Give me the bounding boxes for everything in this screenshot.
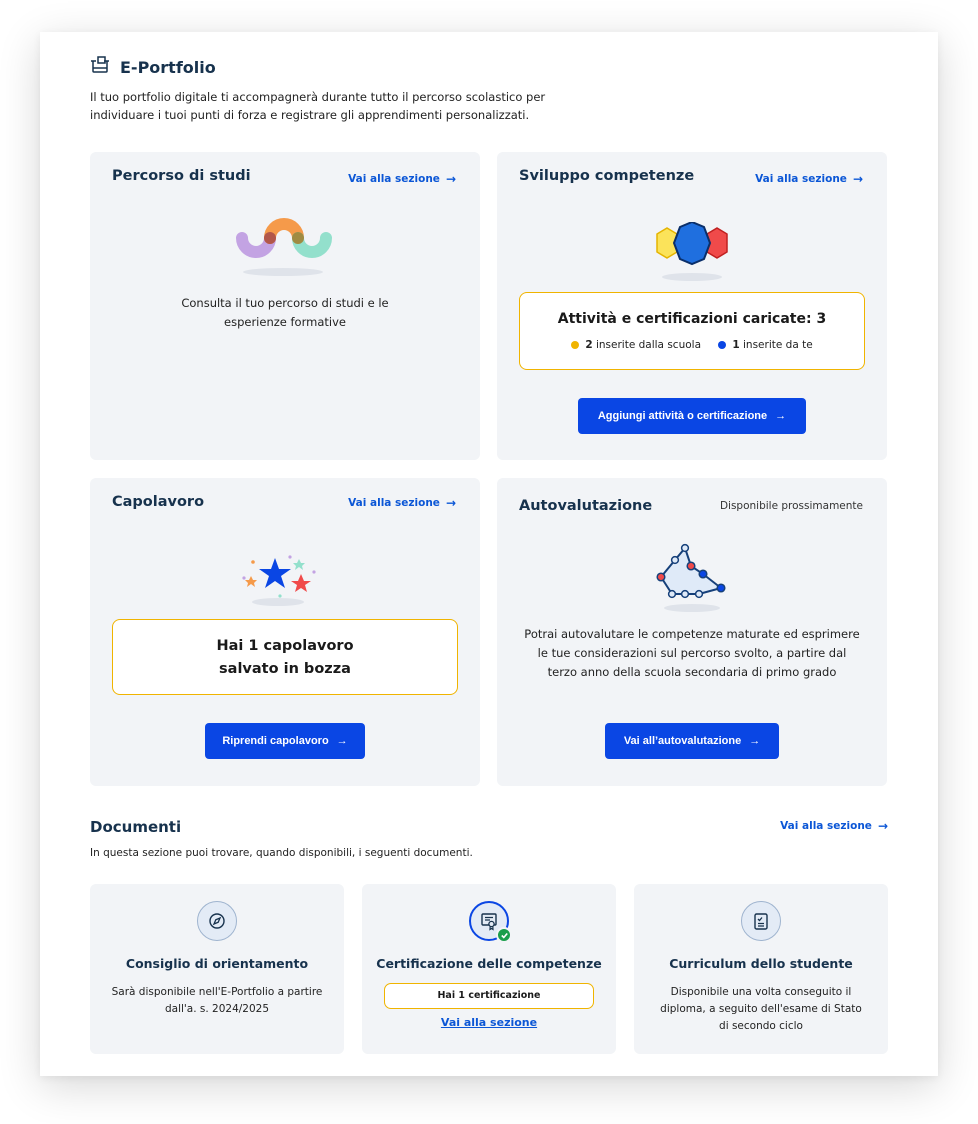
school-dot-icon	[571, 341, 580, 349]
school-label: inserite dalla scuola	[595, 339, 701, 351]
uploads-summary-box: Attività e certificazioni caricate: 3 2 …	[519, 292, 865, 370]
text-line: salvato in bozza	[219, 661, 351, 677]
documenti-section-link[interactable]: Vai alla sezione →	[780, 819, 888, 833]
self-dot-icon	[718, 341, 727, 349]
button-label: Aggiungi attività o certificazione	[597, 410, 768, 422]
arrow-right-icon: →	[749, 735, 761, 747]
text-line: Sarà disponibile nell'E-Portfolio a part…	[111, 986, 323, 998]
self-count: 1	[732, 339, 740, 351]
arrow-right-icon: →	[445, 172, 456, 186]
button-label: Vai all’autovalutazione	[623, 735, 742, 747]
doc-card-consiglio-orientamento: Consiglio di orientamento Sarà disponibi…	[90, 884, 344, 1054]
button-label: Riprendi capolavoro	[222, 735, 329, 747]
certification-count-badge: Hai 1 certificazione	[384, 983, 594, 1009]
draft-box: Hai 1 capolavoro salvato in bozza	[112, 619, 458, 695]
link-label: Vai alla sezione	[348, 173, 440, 185]
link-label: Vai alla sezione	[348, 497, 440, 509]
badge-text: Hai 1 certificazione	[437, 990, 541, 1001]
card-title: Capolavoro	[112, 494, 205, 510]
text-line: Consulta il tuo percorso di studi e le	[181, 296, 389, 310]
text-line: Hai 1 capolavoro	[216, 638, 354, 654]
page-title: E-Portfolio	[120, 57, 216, 77]
documenti-subtitle: In questa sezione puoi trovare, quando d…	[90, 847, 473, 859]
resume-capolavoro-button[interactable]: Riprendi capolavoro →	[205, 723, 365, 759]
add-activity-button[interactable]: Aggiungi attività o certificazione →	[578, 398, 806, 434]
text-line: di secondo ciclo	[719, 1020, 803, 1032]
text-line: diploma, a seguito dell'esame di Stato	[660, 1003, 862, 1015]
page-header: E-Portfolio	[90, 56, 216, 78]
availability-note: Disponibile prossimamente	[719, 500, 863, 512]
sviluppo-section-link[interactable]: Vai alla sezione →	[755, 172, 863, 186]
school-count: 2	[585, 339, 593, 351]
card-title: Autovalutazione	[519, 498, 653, 514]
arrow-right-icon: →	[336, 735, 348, 747]
arrow-right-icon: →	[877, 819, 888, 833]
card-autovalutazione: Autovalutazione Disponibile prossimament…	[497, 478, 887, 786]
percorso-description: Consulta il tuo percorso di studi e le e…	[90, 294, 480, 332]
self-label: inserite da te	[743, 339, 813, 351]
link-label: Vai alla sezione	[755, 173, 847, 185]
compass-icon	[197, 901, 237, 941]
text-line: terzo anno della scuola secondaria di pr…	[547, 665, 837, 679]
card-capolavoro: Capolavoro Vai alla sezione → Hai 1 capo…	[90, 478, 480, 786]
certificazione-section-link[interactable]: Vai alla sezione	[362, 1016, 616, 1029]
uploads-summary-title: Attività e certificazioni caricate: 3	[557, 311, 827, 327]
path-illustration-icon	[236, 218, 332, 276]
doc-title: Curriculum dello studente	[669, 956, 853, 971]
self-assessment-graph-icon	[656, 543, 726, 612]
link-label: Vai alla sezione	[780, 820, 872, 832]
card-percorso-di-studi: Percorso di studi Vai alla sezione → Con…	[90, 152, 480, 460]
doc-description: Disponibile una volta conseguito il dipl…	[648, 984, 874, 1035]
text-line: esperienze formative	[224, 315, 346, 329]
autovalutazione-description: Potrai autovalutare le competenze matura…	[497, 625, 887, 682]
doc-title: Consiglio di orientamento	[125, 956, 309, 971]
documenti-title: Documenti	[90, 818, 182, 836]
card-title: Percorso di studi	[112, 168, 251, 184]
hexagons-icon	[656, 222, 728, 281]
arrow-right-icon: →	[445, 496, 456, 510]
go-autovalutazione-button[interactable]: Vai all’autovalutazione →	[605, 723, 779, 759]
draft-text: Hai 1 capolavoro salvato in bozza	[113, 635, 457, 681]
arrow-right-icon: →	[775, 410, 787, 422]
doc-title: Certificazione delle competenze	[376, 956, 602, 971]
check-badge-icon	[496, 927, 512, 943]
stars-icon	[242, 555, 316, 606]
doc-card-curriculum-studente: Curriculum dello studente Disponibile un…	[634, 884, 888, 1054]
text-line: Disponibile una volta conseguito il	[670, 986, 852, 998]
uploads-legend: 2 inserite dalla scuola 1 inserite da te	[520, 339, 864, 351]
arrow-right-icon: →	[852, 172, 863, 186]
doc-card-certificazione-competenze: Certificazione delle competenze Hai 1 ce…	[362, 884, 616, 1054]
card-sviluppo-competenze: Sviluppo competenze Vai alla sezione → A…	[497, 152, 887, 460]
doc-description: Sarà disponibile nell'E-Portfolio a part…	[104, 984, 330, 1018]
text-line: dall'a. s. 2024/2025	[164, 1003, 270, 1015]
text-line: le tue considerazioni sul percorso svolt…	[537, 646, 847, 660]
text-line: Potrai autovalutare le competenze matura…	[524, 627, 860, 641]
e-portfolio-page: E-Portfolio Il tuo portfolio digitale ti…	[40, 32, 938, 1076]
capolavoro-section-link[interactable]: Vai alla sezione →	[348, 496, 456, 510]
card-title: Sviluppo competenze	[519, 168, 695, 184]
page-intro: Il tuo portfolio digitale ti accompagner…	[90, 90, 546, 122]
checklist-icon	[741, 901, 781, 941]
portfolio-icon	[90, 56, 110, 78]
percorso-section-link[interactable]: Vai alla sezione →	[348, 172, 456, 186]
